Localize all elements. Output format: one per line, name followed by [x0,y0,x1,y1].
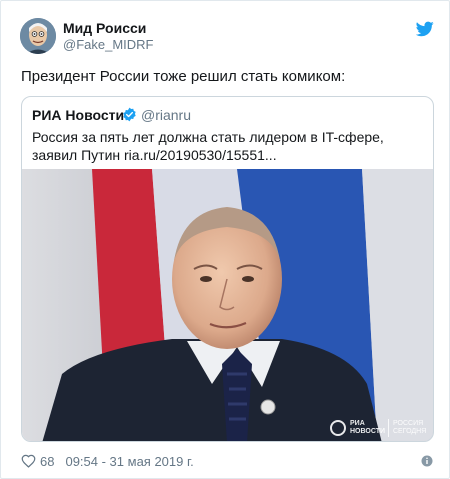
photo-image [22,169,433,441]
watermark-line3: РОССИЯ [393,420,424,427]
watermark-line1: РИА [350,420,365,427]
like-count: 68 [40,453,55,469]
watermark-separator [388,419,389,437]
avatar-image [20,18,56,54]
info-icon[interactable] [421,455,433,467]
heart-icon[interactable] [21,454,36,468]
quoted-author-name[interactable]: РИА Новости [32,107,124,123]
quoted-author-handle[interactable]: @rianru [141,107,191,123]
tweet-timestamp[interactable]: 09:54 - 31 мая 2019 г. [65,454,193,469]
photo-watermark: РИА НОВОСТИ РОССИЯ СЕГОДНЯ [330,419,429,437]
quoted-tweet-photo[interactable]: РИА НОВОСТИ РОССИЯ СЕГОДНЯ [22,169,433,441]
tweet-footer: 68 09:54 - 31 мая 2019 г. [21,453,194,469]
watermark-ria: РИА НОВОСТИ [350,420,386,436]
tweet-card: Мид Роисси @Fake_MIDRF Президент России … [0,0,450,479]
quoted-tweet-text: Россия за пять лет должна стать лидером … [32,129,384,163]
watermark-rossiya: РОССИЯ СЕГОДНЯ [393,420,429,436]
user-avatar[interactable] [20,18,56,54]
ria-logo-icon [330,420,346,436]
user-display-name[interactable]: Мид Роисси [63,20,146,36]
tweet-text: Президент России тоже решил стать комико… [21,68,346,85]
twitter-bird-icon[interactable] [416,21,434,37]
verified-badge-icon [123,107,136,122]
watermark-line2: НОВОСТИ [350,428,386,435]
user-handle[interactable]: @Fake_MIDRF [63,37,154,52]
quoted-tweet[interactable]: РИА Новости @rianru Россия за пять лет д… [21,96,434,442]
watermark-line4: СЕГОДНЯ [393,428,427,435]
